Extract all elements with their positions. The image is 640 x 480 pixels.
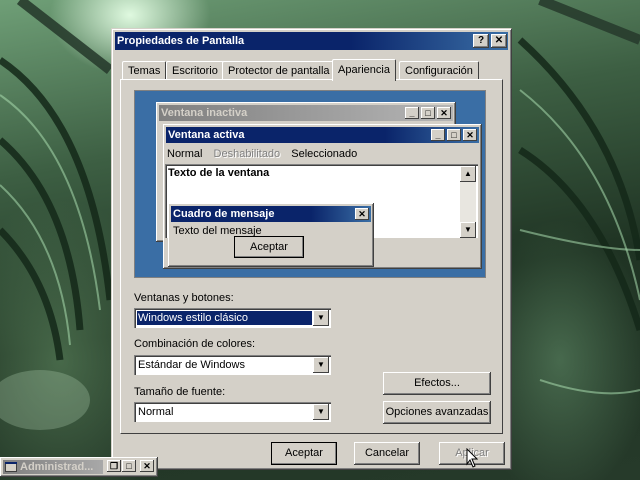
menu-normal: Normal — [167, 148, 203, 160]
appearance-preview: Ventana inactiva _ □ ✕ Ventana activa _ … — [134, 90, 486, 278]
help-button[interactable]: ? — [473, 34, 489, 48]
preview-msgbox-title: Cuadro de mensaje — [173, 208, 275, 220]
maximize-icon[interactable]: □ — [122, 460, 136, 472]
title-bar[interactable]: Propiedades de Pantalla ? ✕ — [115, 32, 508, 50]
tab-configuracion[interactable]: Configuración — [399, 61, 479, 80]
font-size-select[interactable]: Normal ▼ — [134, 402, 331, 422]
minimize-icon: _ — [431, 129, 445, 141]
window-title: Propiedades de Pantalla — [117, 35, 245, 47]
close-icon: ✕ — [463, 129, 477, 141]
preview-msgbox-ok-button: Aceptar — [234, 236, 304, 258]
chevron-down-icon[interactable]: ▼ — [313, 357, 329, 373]
preview-active-title-bar: Ventana activa _ □ ✕ — [166, 127, 479, 143]
minimized-window[interactable]: Administrad... ❐ □ ✕ — [0, 457, 158, 477]
chevron-down-icon[interactable]: ▼ — [313, 404, 329, 420]
cancel-button[interactable]: Cancelar — [354, 442, 420, 465]
maximize-icon: □ — [421, 107, 435, 119]
close-button[interactable]: ✕ — [491, 34, 507, 48]
close-icon: ✕ — [355, 208, 369, 220]
menu-disabled: Deshabilitado — [213, 148, 281, 160]
tab-protector-de-pantalla[interactable]: Protector de pantalla — [222, 61, 336, 80]
preview-active-title: Ventana activa — [168, 129, 245, 141]
maximize-icon: □ — [447, 129, 461, 141]
close-icon: ✕ — [437, 107, 451, 119]
windows-buttons-select[interactable]: Windows estilo clásico ▼ — [134, 308, 331, 328]
preview-window-text: Texto de la ventana — [168, 167, 270, 179]
scroll-up-icon: ▲ — [460, 166, 476, 182]
preview-scrollbar: ▲ ▼ — [460, 166, 476, 238]
preview-message-box: Cuadro de mensaje ✕ Texto del mensaje Ac… — [168, 203, 374, 267]
windows-buttons-label: Ventanas y botones: — [134, 292, 234, 304]
mouse-pointer-icon — [466, 447, 479, 471]
windows-buttons-value: Windows estilo clásico — [136, 310, 313, 326]
color-scheme-value: Estándar de Windows — [138, 359, 245, 371]
display-properties-window: Propiedades de Pantalla ? ✕ Temas Escrit… — [111, 28, 512, 470]
close-icon: ✕ — [494, 35, 504, 46]
advanced-options-button[interactable]: Opciones avanzadas — [383, 401, 491, 424]
scroll-down-icon: ▼ — [460, 222, 476, 238]
help-icon: ? — [477, 35, 485, 46]
color-scheme-label: Combinación de colores: — [134, 338, 256, 350]
preview-inactive-title: Ventana inactiva — [161, 107, 248, 119]
tab-temas[interactable]: Temas — [122, 61, 167, 80]
effects-button[interactable]: Efectos... — [383, 372, 491, 395]
tab-escritorio[interactable]: Escritorio — [166, 61, 224, 80]
chevron-down-icon[interactable]: ▼ — [313, 310, 329, 326]
preview-inactive-title-bar: Ventana inactiva _ □ ✕ — [159, 105, 453, 121]
minimize-icon: _ — [405, 107, 419, 119]
color-scheme-select[interactable]: Estándar de Windows ▼ — [134, 355, 331, 375]
minimized-window-title-bar[interactable]: Administrad... — [3, 460, 103, 474]
minimized-window-title: Administrad... — [20, 461, 94, 473]
close-icon[interactable]: ✕ — [140, 460, 154, 472]
font-size-value: Normal — [138, 406, 174, 418]
menu-selected: Seleccionado — [291, 148, 358, 160]
window-app-icon — [5, 462, 17, 472]
ok-button[interactable]: Aceptar — [271, 442, 337, 465]
tab-apariencia[interactable]: Apariencia — [332, 59, 396, 81]
preview-menu-bar: Normal Deshabilitado Seleccionado — [167, 146, 365, 162]
restore-icon[interactable]: ❐ — [107, 460, 121, 472]
preview-msgbox-title-bar: Cuadro de mensaje ✕ — [171, 206, 371, 222]
font-size-label: Tamaño de fuente: — [134, 386, 226, 398]
